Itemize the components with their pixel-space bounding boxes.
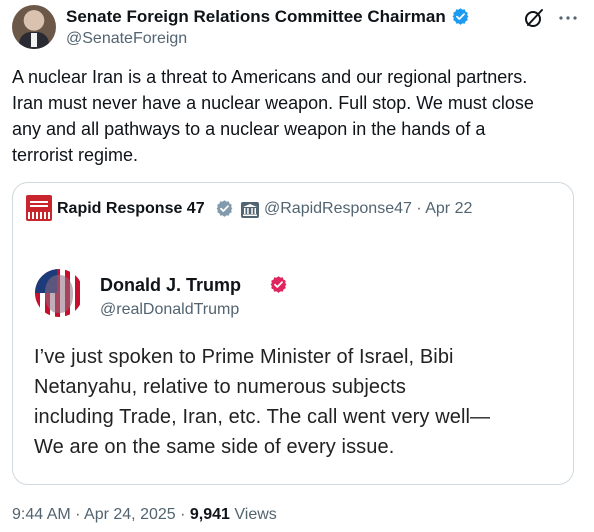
more-icon[interactable] — [556, 6, 580, 30]
author-avatar[interactable] — [12, 5, 56, 49]
embedded-line: We are on the same side of every issue. — [34, 436, 395, 458]
rapid-response-logo-icon — [26, 195, 52, 221]
author-handle[interactable]: @SenateForeign — [66, 29, 187, 49]
tweet-line: A nuclear Iran is a threat to Americans … — [12, 67, 528, 87]
tweet-text: A nuclear Iran is a threat to Americans … — [12, 64, 587, 168]
quoted-author-name[interactable]: Rapid Response 47 — [57, 199, 205, 219]
tweet-meta: 9:44 AM · Apr 24, 2025 · 9,941 Views — [12, 505, 277, 525]
timestamp[interactable]: 9:44 AM · Apr 24, 2025 · — [12, 506, 190, 523]
author-name[interactable]: Senate Foreign Relations Committee Chair… — [66, 6, 446, 28]
tweet-line: terrorist regime. — [12, 145, 139, 165]
quoted-tweet-card[interactable]: Rapid Response 47 @RapidResponse47 · Apr… — [12, 182, 574, 485]
embedded-line: Netanyahu, relative to numerous subjects — [34, 376, 406, 398]
embedded-line: including Trade, Iran, etc. The call wen… — [34, 406, 491, 428]
gray-verified-badge-icon — [216, 200, 233, 217]
embedded-author-avatar — [35, 269, 83, 317]
verified-badge-icon — [452, 8, 469, 25]
views-count[interactable]: 9,941 — [190, 506, 230, 523]
embedded-line: I’ve just spoken to Prime Minister of Is… — [34, 346, 454, 368]
government-building-icon — [241, 202, 259, 218]
embedded-post-text: I’ve just spoken to Prime Minister of Is… — [34, 342, 569, 462]
quoted-handle-date[interactable]: @RapidResponse47 · Apr 22 — [264, 199, 472, 219]
tweet-line: Iran must never have a nuclear weapon. F… — [12, 93, 534, 113]
tweet: Senate Foreign Relations Committee Chair… — [0, 0, 594, 532]
views-label: Views — [229, 506, 277, 523]
tweet-line: any and all pathways to a nuclear weapon… — [12, 119, 486, 139]
grok-icon[interactable] — [522, 6, 546, 30]
embedded-author-handle: @realDonaldTrump — [100, 301, 240, 318]
embedded-author-name: Donald J. Trump — [100, 275, 242, 295]
pink-verified-badge-icon — [270, 276, 287, 293]
